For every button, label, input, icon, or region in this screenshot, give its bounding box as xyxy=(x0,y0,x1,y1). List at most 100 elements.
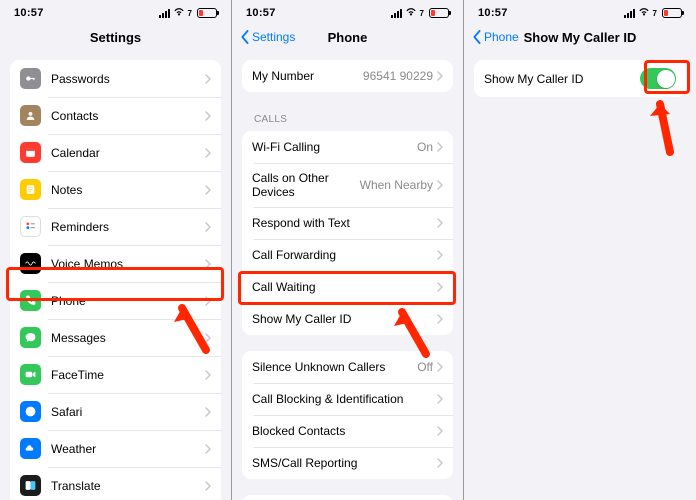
settings-row-messages[interactable]: Messages xyxy=(10,319,221,356)
caller-id-screen: 10:57 7 Phone Show My Caller ID Show My … xyxy=(464,0,696,500)
battery-icon xyxy=(662,8,682,18)
battery-icon xyxy=(197,8,217,18)
weather-icon xyxy=(20,438,41,459)
chevron-right-icon xyxy=(437,362,443,372)
row-label: Contacts xyxy=(51,109,205,123)
settings-row-phone[interactable]: Phone xyxy=(10,282,221,319)
battery-icon xyxy=(429,8,449,18)
row-call-blocking-identification[interactable]: Call Blocking & Identification xyxy=(242,383,453,415)
chevron-right-icon xyxy=(437,394,443,404)
nav-bar: Settings xyxy=(0,22,231,52)
row-label: Phone xyxy=(51,294,205,308)
battery-percent: 7 xyxy=(653,9,657,18)
settings-row-calendar[interactable]: Calendar xyxy=(10,134,221,171)
battery-percent: 7 xyxy=(188,9,192,18)
row-wi-fi-calling[interactable]: Wi-Fi CallingOn xyxy=(242,131,453,163)
settings-row-translate[interactable]: Translate xyxy=(10,467,221,500)
row-label: Voice Memos xyxy=(51,257,205,271)
chevron-right-icon xyxy=(205,444,211,454)
settings-list[interactable]: Passwords Contacts Calendar Notes Reminders V… xyxy=(0,52,231,500)
status-indicators: 7 xyxy=(391,7,449,19)
nav-bar: Settings Phone xyxy=(232,22,463,52)
chevron-right-icon xyxy=(205,74,211,84)
chevron-right-icon xyxy=(205,333,211,343)
row-calls-on-other-devices[interactable]: Calls on Other DevicesWhen Nearby xyxy=(242,163,453,207)
page-title: Show My Caller ID xyxy=(524,30,637,45)
row-label: Call Forwarding xyxy=(252,248,437,262)
chevron-right-icon xyxy=(437,250,443,260)
reminders-icon xyxy=(20,216,41,237)
cellular-icon xyxy=(624,9,635,18)
row-value: Off xyxy=(417,360,433,374)
my-number-row[interactable]: My Number 96541 90229 xyxy=(242,60,453,92)
facetime-icon xyxy=(20,364,41,385)
nav-bar: Phone Show My Caller ID xyxy=(464,22,696,52)
back-label: Phone xyxy=(484,30,519,44)
contacts-icon xyxy=(20,105,41,126)
row-label: Blocked Contacts xyxy=(252,424,437,438)
settings-row-contacts[interactable]: Contacts xyxy=(10,97,221,134)
wifi-icon xyxy=(405,7,417,19)
row-label: Safari xyxy=(51,405,205,419)
settings-row-notes[interactable]: Notes xyxy=(10,171,221,208)
settings-row-reminders[interactable]: Reminders xyxy=(10,208,221,245)
settings-row-passwords[interactable]: Passwords xyxy=(10,60,221,97)
show-caller-id-toggle[interactable] xyxy=(640,68,676,89)
show-caller-id-row[interactable]: Show My Caller ID xyxy=(474,60,686,97)
wifi-icon xyxy=(173,7,185,19)
status-bar: 10:57 7 xyxy=(232,0,463,22)
row-label: Calls on Other Devices xyxy=(252,171,360,199)
chevron-right-icon xyxy=(205,111,211,121)
row-blocked-contacts[interactable]: Blocked Contacts xyxy=(242,415,453,447)
page-title: Settings xyxy=(90,30,141,45)
row-call-forwarding[interactable]: Call Forwarding xyxy=(242,239,453,271)
settings-row-voice-memos[interactable]: Voice Memos xyxy=(10,245,221,282)
row-label: Show My Caller ID xyxy=(252,312,437,326)
caller-id-content: Show My Caller ID xyxy=(464,52,696,500)
row-label: Silence Unknown Callers xyxy=(252,360,417,374)
row-label: Call Blocking & Identification xyxy=(252,392,437,406)
settings-row-facetime[interactable]: FaceTime xyxy=(10,356,221,393)
row-label: Wi-Fi Calling xyxy=(252,140,417,154)
chevron-right-icon xyxy=(205,259,211,269)
chevron-right-icon xyxy=(205,407,211,417)
phone-settings-list[interactable]: My Number 96541 90229 CALLS Wi-Fi Callin… xyxy=(232,52,463,500)
row-value: 96541 90229 xyxy=(363,69,433,83)
back-label: Settings xyxy=(252,30,295,44)
chevron-right-icon xyxy=(437,142,443,152)
notes-icon xyxy=(20,179,41,200)
chevron-right-icon xyxy=(205,148,211,158)
row-silence-unknown-callers[interactable]: Silence Unknown CallersOff xyxy=(242,351,453,383)
chevron-right-icon xyxy=(437,426,443,436)
row-call-waiting[interactable]: Call Waiting xyxy=(242,271,453,303)
status-time: 10:57 xyxy=(246,7,276,19)
row-label: Call Waiting xyxy=(252,280,437,294)
status-time: 10:57 xyxy=(14,7,44,19)
dial-assist-row[interactable]: Dial Assist xyxy=(242,495,453,500)
passwords-icon xyxy=(20,68,41,89)
phone-icon xyxy=(20,290,41,311)
wifi-icon xyxy=(638,7,650,19)
voice-memos-icon xyxy=(20,253,41,274)
row-sms-call-reporting[interactable]: SMS/Call Reporting xyxy=(242,447,453,479)
row-label: Respond with Text xyxy=(252,216,437,230)
settings-row-safari[interactable]: Safari xyxy=(10,393,221,430)
status-bar: 10:57 7 xyxy=(0,0,231,22)
back-button[interactable]: Settings xyxy=(240,30,295,44)
chevron-right-icon xyxy=(205,481,211,491)
chevron-right-icon xyxy=(205,296,211,306)
row-label: Notes xyxy=(51,183,205,197)
row-label: Translate xyxy=(51,479,205,493)
row-show-my-caller-id[interactable]: Show My Caller ID xyxy=(242,303,453,335)
settings-row-weather[interactable]: Weather xyxy=(10,430,221,467)
row-label: Show My Caller ID xyxy=(484,72,640,86)
row-label: FaceTime xyxy=(51,368,205,382)
status-bar: 10:57 7 xyxy=(464,0,696,22)
row-respond-with-text[interactable]: Respond with Text xyxy=(242,207,453,239)
back-button[interactable]: Phone xyxy=(472,30,519,44)
status-indicators: 7 xyxy=(624,7,682,19)
cellular-icon xyxy=(159,9,170,18)
cellular-icon xyxy=(391,9,402,18)
row-value: When Nearby xyxy=(360,178,433,192)
row-label: My Number xyxy=(252,69,363,83)
